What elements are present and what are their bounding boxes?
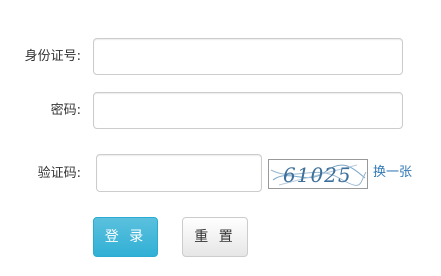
id-number-label: 身份证号: (24, 49, 81, 64)
captcha-graphic: 61025 (270, 163, 367, 187)
password-input[interactable] (93, 92, 403, 129)
id-number-input[interactable] (93, 38, 403, 75)
reset-button[interactable]: 重 置 (182, 217, 248, 257)
captcha-text: 61025 (283, 163, 352, 187)
captcha-input[interactable] (96, 154, 262, 192)
captcha-label: 验证码: (37, 166, 81, 181)
login-button[interactable]: 登 录 (93, 217, 158, 257)
refresh-captcha-link[interactable]: 换一张 (373, 165, 412, 181)
captcha-image[interactable]: 61025 (268, 159, 368, 189)
password-label: 密码: (50, 103, 81, 118)
